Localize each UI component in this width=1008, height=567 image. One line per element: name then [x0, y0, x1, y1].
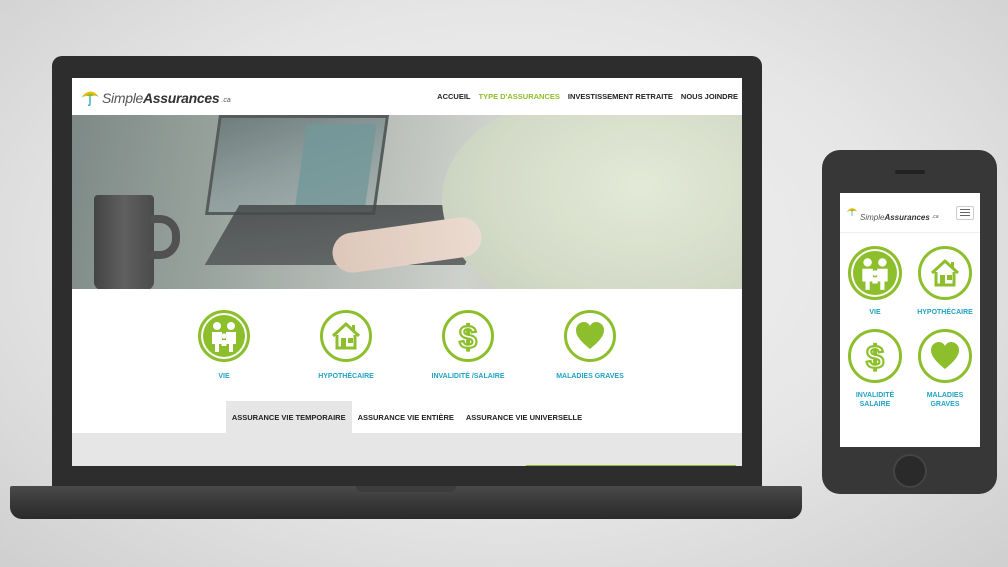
category-invalidite[interactable]: $ INVALIDITÉ SALAIRE	[840, 329, 910, 409]
logo-assurances: Assurances	[884, 212, 930, 222]
tab-vie-temporaire[interactable]: ASSURANCE VIE TEMPORAIRE	[225, 401, 352, 433]
category-hypothecaire[interactable]: HYPOTHÉCAIRE	[309, 310, 383, 401]
insurance-tabs: ASSURANCE VIE TEMPORAIRE ASSURANCE VIE E…	[72, 401, 742, 433]
umbrella-logo-icon	[80, 88, 100, 106]
dollar-icon: $	[442, 310, 494, 362]
logo-tld: .ca	[221, 96, 231, 104]
logo-tld: .ca	[931, 213, 939, 220]
logo-simple: Simple	[102, 89, 143, 106]
family-icon	[848, 246, 902, 300]
nav-accueil[interactable]: ACCUEIL	[437, 92, 470, 101]
category-label: VIE	[218, 373, 230, 380]
nav-investissement-retraite[interactable]: INVESTISSEMENT RETRAITE	[568, 92, 673, 101]
site-logo[interactable]: SimpleAssurances .ca	[80, 88, 231, 106]
family-icon	[198, 310, 250, 362]
dollar-icon: $	[848, 329, 902, 383]
logo-simple: Simple	[860, 212, 885, 222]
svg-text:$: $	[866, 339, 884, 373]
mobile-categories: VIE HYPOTHÉCAIRE $ INVALIDITÉ SALAIRE MA…	[840, 233, 980, 409]
category-label: HYPOTHÉCAIRE	[917, 309, 973, 316]
category-hypothecaire[interactable]: HYPOTHÉCAIRE	[910, 246, 980, 317]
category-invalidite[interactable]: $ INVALIDITÉ /SALAIRE	[431, 310, 505, 401]
hero-image	[72, 115, 742, 289]
site-header: SimpleAssurances .ca ACCUEIL TYPE D'ASSU…	[72, 78, 742, 115]
category-label-line: MALADIES	[926, 392, 964, 399]
nav-type-assurances[interactable]: TYPE D'ASSURANCES	[479, 92, 560, 101]
category-label: HYPOTHÉCAIRE	[318, 373, 374, 380]
laptop-notch	[356, 486, 456, 492]
mobile-site: SimpleAssurances .ca VIE HYPOTHÉCAIRE $ …	[840, 193, 980, 447]
category-label: MALADIES GRAVES	[927, 391, 964, 409]
mobile-logo[interactable]: SimpleAssurances .ca	[846, 204, 938, 222]
tab-vie-universelle[interactable]: ASSURANCE VIE UNIVERSELLE	[460, 401, 588, 433]
phone-home-button[interactable]	[893, 454, 927, 488]
heart-icon	[918, 329, 972, 383]
cta-button[interactable]	[526, 465, 736, 466]
house-icon	[918, 246, 972, 300]
logo-assurances: Assurances	[143, 89, 220, 106]
insurance-categories: VIE HYPOTHÉCAIRE $ INVALIDITÉ /SALAIRE M…	[72, 289, 742, 401]
category-maladies-graves[interactable]: MALADIES GRAVES	[553, 310, 627, 401]
category-vie[interactable]: VIE	[187, 310, 261, 401]
category-label-line: SALAIRE	[859, 401, 891, 408]
category-label: VIE	[869, 309, 881, 316]
umbrella-logo-icon	[846, 204, 858, 222]
desktop-site: SimpleAssurances .ca ACCUEIL TYPE D'ASSU…	[72, 78, 742, 466]
svg-text:$: $	[459, 319, 477, 353]
category-label: MALADIES GRAVES	[556, 373, 624, 380]
hamburger-menu-icon[interactable]	[956, 205, 974, 220]
category-label-line: GRAVES	[930, 401, 960, 408]
category-label-line: INVALIDITÉ	[855, 392, 895, 399]
phone-speaker	[895, 170, 925, 174]
house-icon	[320, 310, 372, 362]
category-maladies-graves[interactable]: MALADIES GRAVES	[910, 329, 980, 409]
mobile-header: SimpleAssurances .ca	[840, 193, 980, 233]
category-vie[interactable]: VIE	[840, 246, 910, 317]
category-label: INVALIDITÉ /SALAIRE	[431, 373, 505, 380]
heart-icon	[564, 310, 616, 362]
main-nav: ACCUEIL TYPE D'ASSURANCES INVESTISSEMENT…	[437, 92, 738, 101]
category-label: INVALIDITÉ SALAIRE	[856, 391, 894, 409]
tab-vie-entiere[interactable]: ASSURANCE VIE ENTIÈRE	[352, 401, 460, 433]
tab-content-area	[72, 433, 742, 466]
nav-nous-joindre[interactable]: NOUS JOINDRE	[681, 92, 738, 101]
